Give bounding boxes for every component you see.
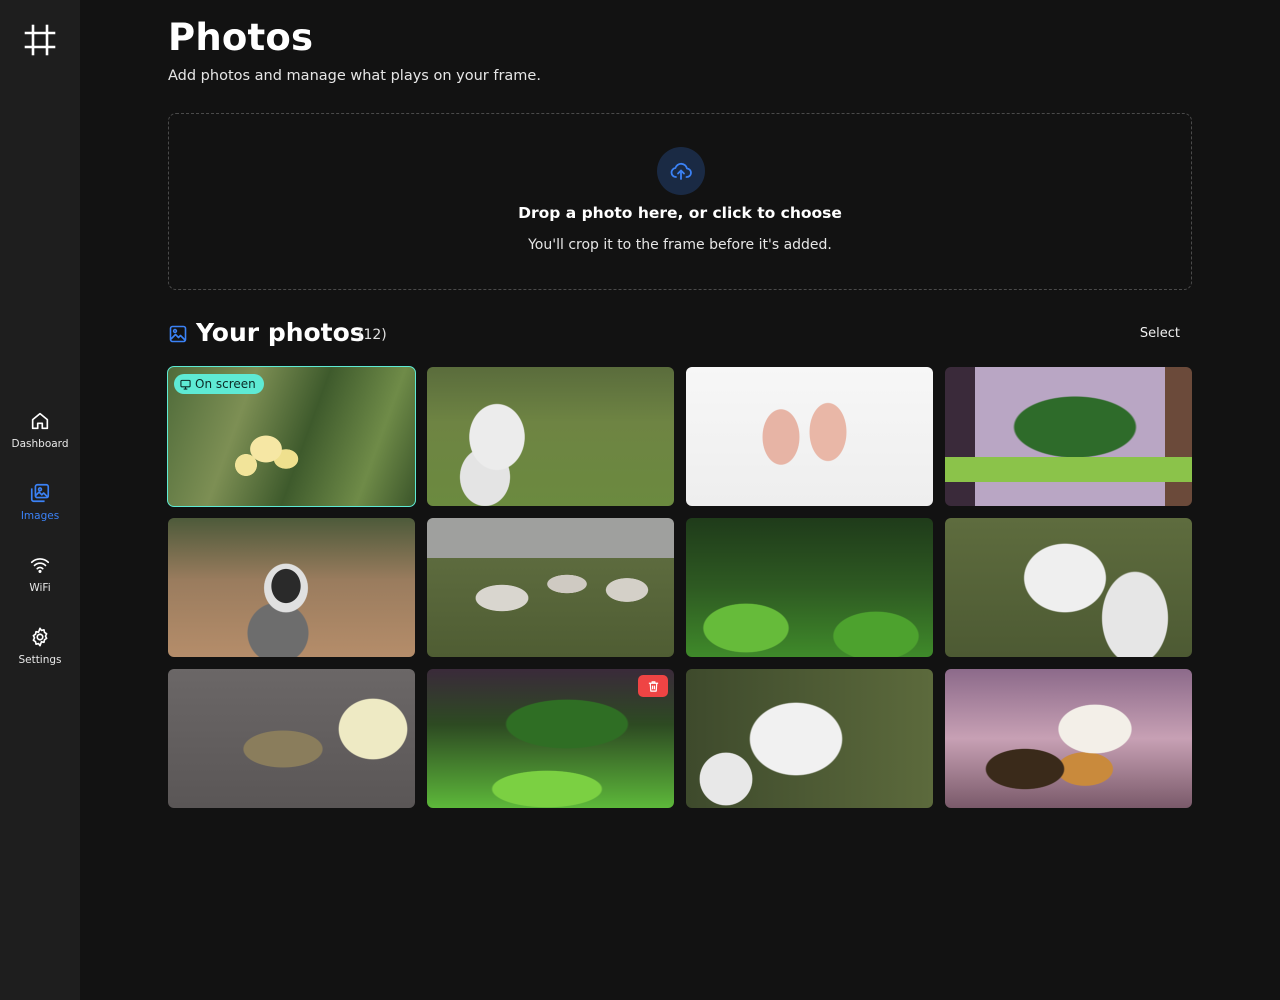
dropzone-subtitle: You'll crop it to the frame before it's … — [528, 237, 832, 253]
sidebar-item-label: WiFi — [29, 582, 51, 594]
image-icon — [169, 325, 187, 343]
gear-icon — [32, 627, 48, 647]
dropzone-title: Drop a photo here, or click to choose — [518, 204, 842, 222]
images-icon — [30, 483, 50, 503]
photo-tile[interactable] — [427, 367, 674, 506]
sidebar: Dashboard Images WiFi Settings — [0, 0, 80, 1000]
photo-tile[interactable]: On screen — [167, 366, 416, 507]
on-screen-label: On screen — [195, 377, 256, 391]
photo-tile[interactable] — [168, 669, 415, 808]
photo-thumbnail — [686, 669, 933, 808]
trash-icon — [648, 680, 658, 692]
photo-tile[interactable] — [945, 518, 1192, 657]
photo-thumbnail — [427, 367, 674, 506]
select-button[interactable]: Select — [1140, 326, 1180, 341]
frame-crop-icon[interactable] — [23, 23, 57, 57]
photo-thumbnail — [168, 669, 415, 808]
photo-tile[interactable] — [686, 669, 933, 808]
page-subtitle: Add photos and manage what plays on your… — [168, 68, 541, 84]
photo-count: (12) — [358, 327, 387, 343]
upload-icon-circle — [657, 147, 705, 195]
photo-thumbnail — [168, 518, 415, 657]
photo-tile[interactable] — [427, 518, 674, 657]
photo-thumbnail — [945, 518, 1192, 657]
photo-dropzone[interactable]: Drop a photo here, or click to choose Yo… — [168, 113, 1192, 290]
sidebar-item-label: Settings — [18, 654, 62, 666]
delete-photo-button[interactable] — [638, 675, 668, 697]
sidebar-item-wifi[interactable]: WiFi — [0, 552, 80, 624]
photo-tile[interactable] — [427, 669, 674, 808]
photo-tile[interactable] — [168, 518, 415, 657]
home-icon — [31, 412, 49, 430]
sidebar-item-dashboard[interactable]: Dashboard — [0, 408, 80, 480]
on-screen-badge: On screen — [174, 374, 264, 394]
sidebar-item-label: Dashboard — [11, 438, 69, 450]
photo-tile[interactable] — [686, 518, 933, 657]
cloud-upload-icon — [670, 162, 692, 180]
monitor-icon — [180, 379, 191, 390]
sidebar-item-images[interactable]: Images — [0, 480, 80, 552]
wifi-icon — [30, 558, 50, 573]
photo-thumbnail — [945, 669, 1192, 808]
section-title: Your photos — [196, 318, 365, 347]
photo-tile[interactable] — [686, 367, 933, 506]
sidebar-nav: Dashboard Images WiFi Settings — [0, 408, 80, 696]
photo-tile[interactable] — [945, 367, 1192, 506]
photos-section-header: Your photos (12) Select — [168, 318, 1192, 350]
photo-thumbnail — [945, 367, 1192, 506]
photo-grid: On screen — [167, 366, 1192, 808]
sidebar-item-label: Images — [20, 510, 60, 522]
photo-thumbnail — [427, 669, 674, 808]
photo-thumbnail — [686, 518, 933, 657]
page-title: Photos — [168, 16, 314, 59]
photo-thumbnail — [686, 367, 933, 506]
photo-thumbnail — [427, 518, 674, 657]
photo-tile[interactable] — [945, 669, 1192, 808]
sidebar-item-settings[interactable]: Settings — [0, 624, 80, 696]
